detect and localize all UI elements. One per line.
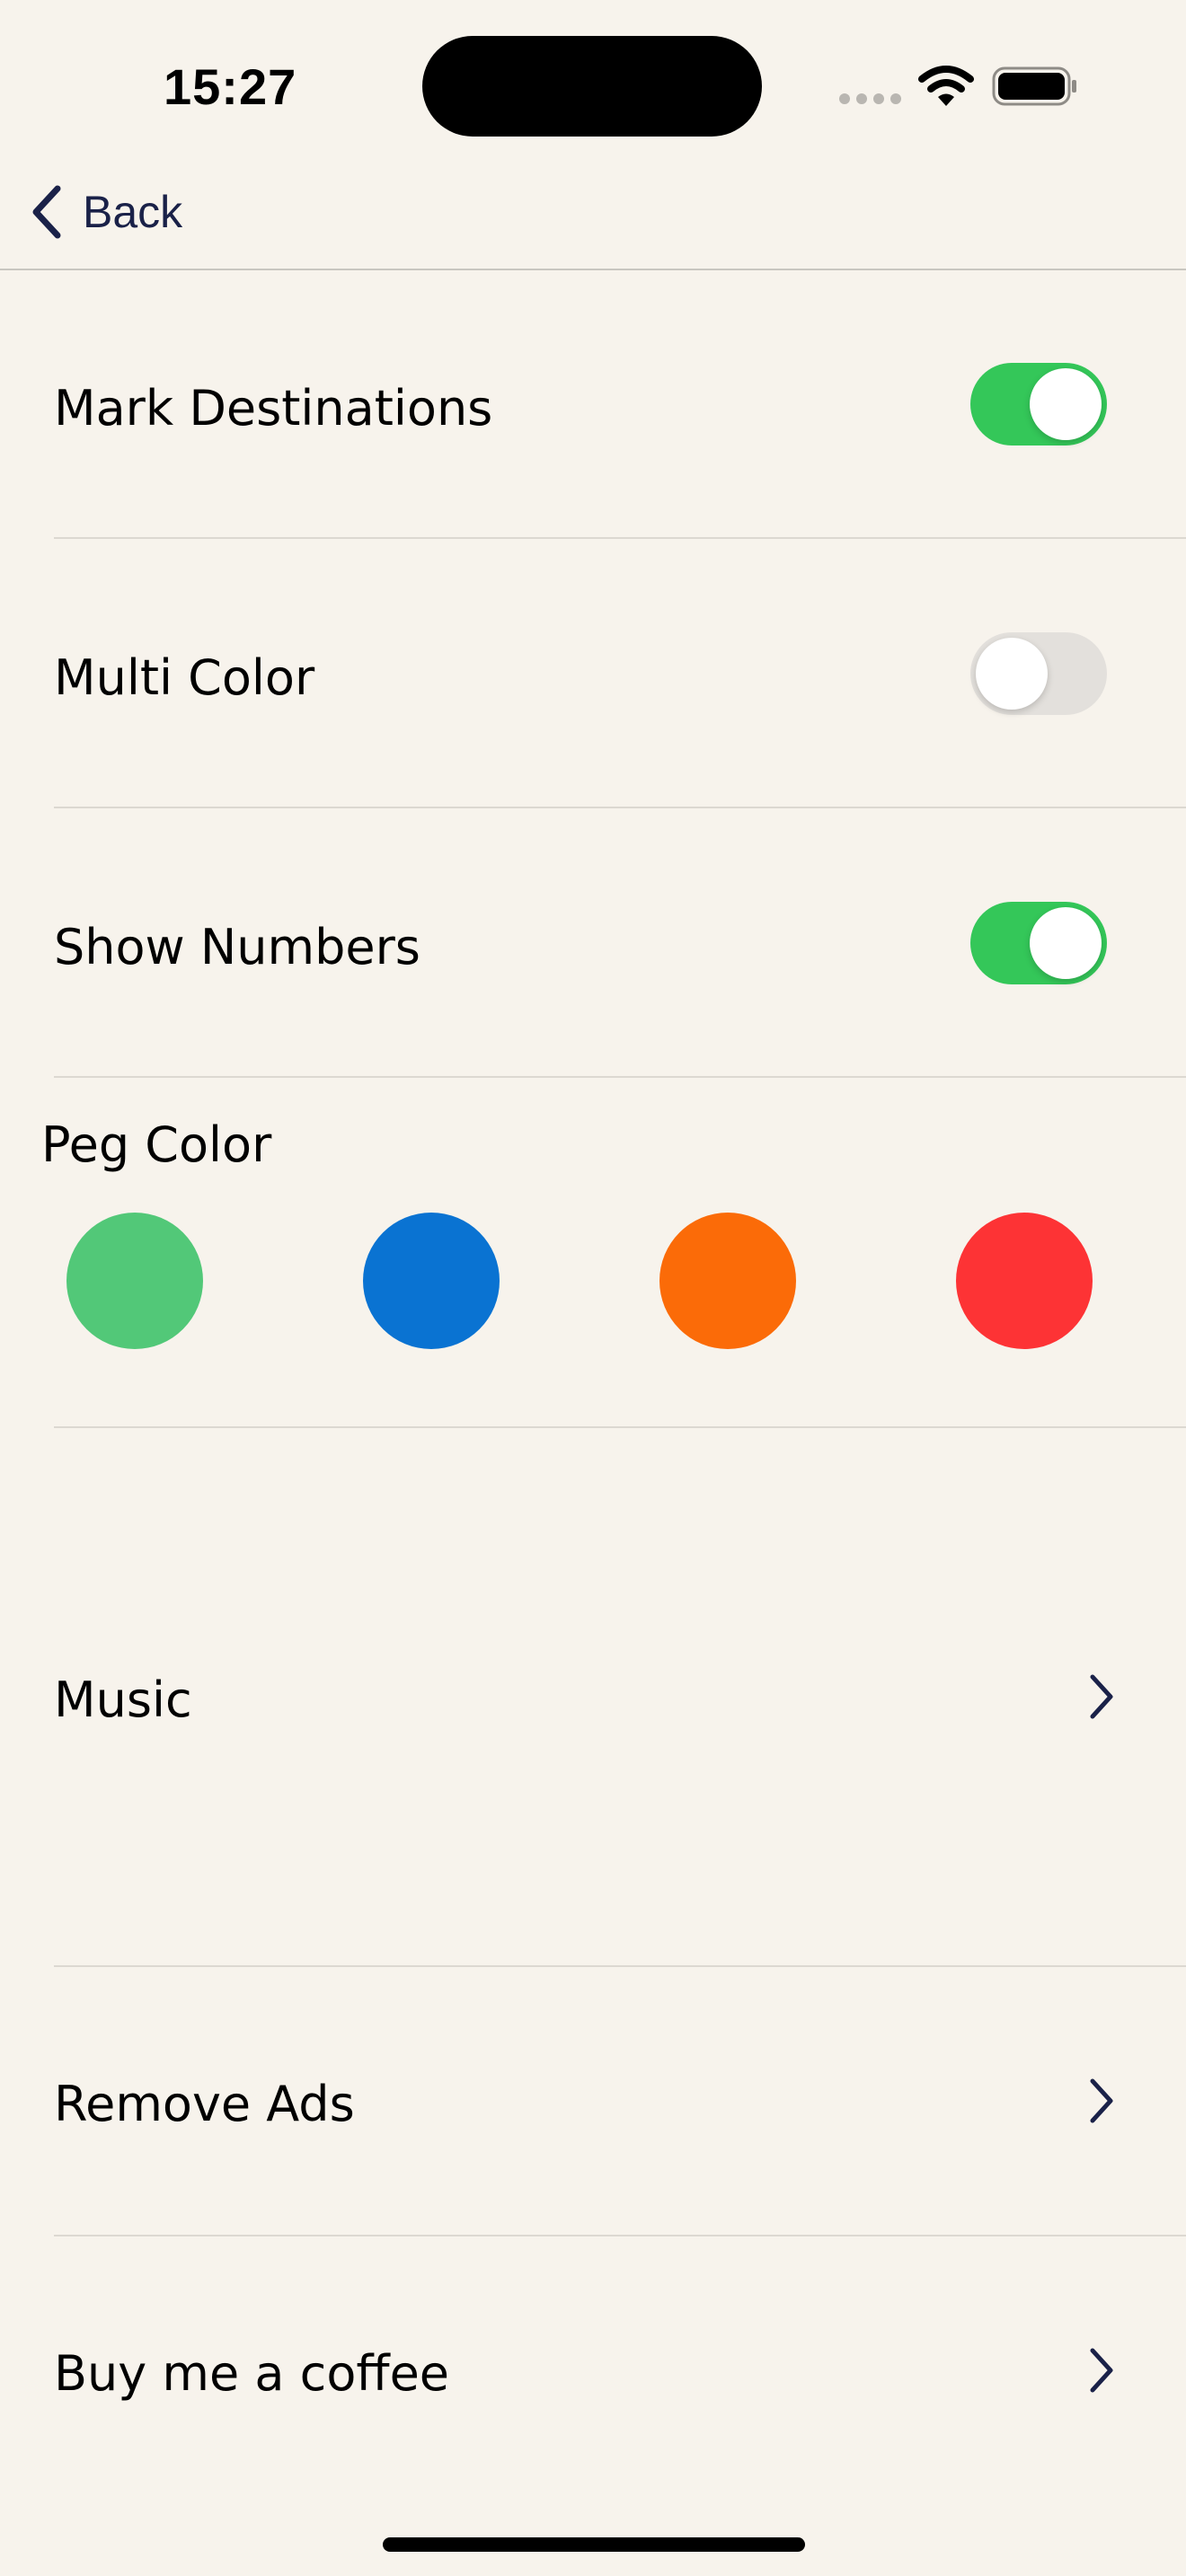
buy-coffee-label: Buy me a coffee bbox=[54, 2345, 450, 2402]
row-divider bbox=[54, 537, 1186, 539]
row-divider bbox=[54, 1076, 1186, 1078]
back-button[interactable]: Back bbox=[27, 176, 182, 248]
status-time: 15:27 bbox=[164, 58, 297, 115]
music-label: Music bbox=[54, 1672, 192, 1728]
signal-icon bbox=[839, 93, 902, 106]
row-divider bbox=[54, 807, 1186, 808]
back-label: Back bbox=[83, 187, 183, 237]
show-numbers-toggle[interactable] bbox=[970, 902, 1107, 984]
multi-color-label: Multi Color bbox=[54, 649, 315, 706]
buy-coffee-row[interactable]: Buy me a coffee bbox=[0, 2236, 1186, 2504]
show-numbers-label: Show Numbers bbox=[54, 919, 420, 975]
nav-divider bbox=[0, 269, 1186, 270]
remove-ads-label: Remove Ads bbox=[54, 2076, 355, 2132]
dynamic-island bbox=[422, 36, 762, 137]
peg-color-swatch-orange[interactable] bbox=[659, 1213, 796, 1349]
toggle-knob bbox=[976, 638, 1048, 710]
chevron-right-icon bbox=[1090, 1674, 1113, 1719]
music-row[interactable]: Music bbox=[0, 1428, 1186, 1965]
chevron-left-icon bbox=[32, 185, 61, 239]
battery-icon bbox=[992, 66, 1078, 106]
multi-color-toggle[interactable] bbox=[970, 632, 1107, 715]
mark-destinations-toggle[interactable] bbox=[970, 363, 1107, 446]
remove-ads-row[interactable]: Remove Ads bbox=[0, 1967, 1186, 2235]
chevron-right-icon bbox=[1090, 2348, 1113, 2393]
peg-color-swatch-green[interactable] bbox=[66, 1213, 203, 1349]
toggle-knob bbox=[1030, 368, 1102, 440]
chevron-right-icon bbox=[1090, 2078, 1113, 2123]
home-indicator bbox=[383, 2537, 805, 2552]
mark-destinations-label: Mark Destinations bbox=[54, 380, 493, 437]
toggle-knob bbox=[1030, 907, 1102, 979]
peg-color-label: Peg Color bbox=[41, 1116, 272, 1173]
peg-color-swatch-blue[interactable] bbox=[363, 1213, 500, 1349]
peg-color-swatch-red[interactable] bbox=[956, 1213, 1093, 1349]
wifi-icon bbox=[918, 65, 974, 108]
